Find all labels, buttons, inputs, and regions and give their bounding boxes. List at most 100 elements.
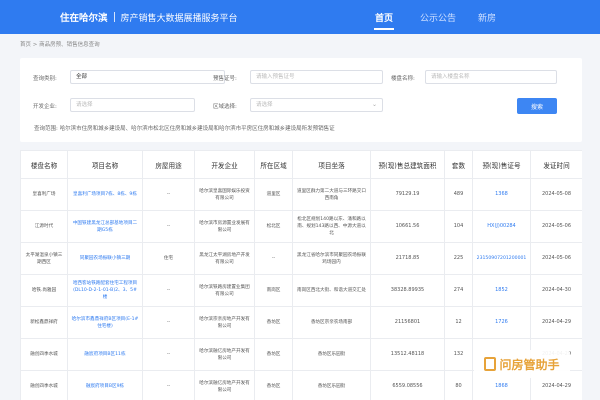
building-input[interactable]: 请输入楼盘名称: [425, 70, 557, 84]
brand-main: 住在哈尔滨: [60, 13, 108, 24]
cell-permit-link[interactable]: HX(J)00284: [472, 210, 531, 243]
cell-district: 香坊区: [254, 370, 293, 400]
cell-building: 融创四季水城: [20, 338, 68, 371]
cell-usage: 住宅: [142, 242, 195, 275]
header-project: 项目名称: [67, 150, 143, 179]
nav-new-homes[interactable]: 新房: [470, 0, 504, 34]
cell-units: 80: [444, 370, 473, 400]
cell-district: 道里区: [254, 178, 293, 211]
site-brand[interactable]: 住在哈尔滨 房产销售大数据展播服务平台: [60, 10, 238, 24]
cell-project-link[interactable]: 同聚园农场振联小镇三期: [67, 242, 143, 275]
nav-home[interactable]: 首页: [362, 0, 406, 34]
cell-project-link[interactable]: 皇喜利广场项目7栋、8栋、9栋: [67, 178, 143, 211]
cell-date: 2024-05-08: [530, 178, 582, 211]
watermark-badge: 问房管助手: [474, 350, 570, 378]
cell-project-link[interactable]: 哈西客站铁路配套住宅工程项目(DL10-D-2-1-01-B)2、3、5#楼: [67, 274, 143, 307]
permit-input[interactable]: 请输入预售证号: [250, 70, 383, 84]
cell-date: 2024-05-06: [530, 210, 582, 243]
cell-area: 6559.08556: [370, 370, 445, 400]
chevron-down-icon: ⌄: [371, 101, 377, 108]
cell-usage: --: [142, 274, 195, 307]
cell-units: 489: [444, 178, 473, 211]
district-label: 区域选择:: [213, 104, 237, 110]
cell-district: 松北区: [254, 210, 293, 243]
cell-area: 79129.19: [370, 178, 445, 211]
cell-building: 新松鑫鼎祥府: [20, 306, 68, 339]
cell-date: 2024-04-29: [530, 306, 582, 339]
cell-units: 132: [444, 338, 473, 371]
category-label: 查询类别:: [33, 76, 57, 82]
cell-units: 225: [444, 242, 473, 275]
developer-label: 开发企业:: [33, 104, 57, 110]
header-date: 发证时间: [530, 150, 582, 179]
cell-developer: 哈尔滨融亿房地产开发有限公司: [194, 338, 255, 371]
building-placeholder: 请输入楼盘名称: [431, 74, 470, 80]
cell-project-link[interactable]: 哈尔滨市鑫鼎祥府B区项目(E-1#住宅楼): [67, 306, 143, 339]
cell-developer: 哈尔滨皇喜国际娱乐投资有限公司: [194, 178, 255, 211]
nav-announcements[interactable]: 公示公告: [414, 0, 462, 34]
header-area: 预(现)售总建筑面积: [370, 150, 445, 179]
brand-divider: [113, 12, 115, 22]
category-select[interactable]: 全部 ⌄: [70, 70, 225, 84]
cell-area: 13512.48118: [370, 338, 445, 371]
table-row: 皇喜利广场 皇喜利广场项目7栋、8栋、9栋 -- 哈尔滨皇喜国际娱乐投资有限公司…: [20, 178, 582, 211]
cell-building: 哈铁.尚雅园: [20, 274, 68, 307]
cell-permit-link[interactable]: 1852: [472, 274, 531, 307]
filter-panel: 查询类别: 全部 ⌄ 预售证号: 请输入预售证号 楼盘名称: 请输入楼盘名称 开…: [20, 58, 582, 142]
cell-units: 12: [444, 306, 473, 339]
cell-area: 38328.89935: [370, 274, 445, 307]
cell-project-link[interactable]: 中国铁建黑龙江总部基地项目二期G5栋: [67, 210, 143, 243]
cell-developer: 哈尔滨市房源置业发展有限公司: [194, 210, 255, 243]
cell-project-link[interactable]: 融宸府项目B区11栋: [67, 338, 143, 371]
cell-district: 香坊区: [254, 306, 293, 339]
cell-project-link[interactable]: 融宸府项目B区9栋: [67, 370, 143, 400]
cell-building: 皇喜利广场: [20, 178, 68, 211]
cell-building: 江源时代: [20, 210, 68, 243]
cell-developer: 哈尔滨宗亲房地产开发有限公司: [194, 306, 255, 339]
table-row: 新松鑫鼎祥府 哈尔滨市鑫鼎祥府B区项目(E-1#住宅楼) -- 哈尔滨宗亲房地产…: [20, 306, 582, 339]
developer-select[interactable]: 请选择: [70, 98, 195, 112]
cell-area: 10661.56: [370, 210, 445, 243]
cell-developer: 黑龙江太平湖房地产开发有限公司: [194, 242, 255, 275]
cell-usage: --: [142, 210, 195, 243]
cell-developer: 哈尔滨铁路房建置业集团有限公司: [194, 274, 255, 307]
watermark-icon: [484, 357, 497, 371]
table-row: 哈铁.尚雅园 哈西客站铁路配套住宅工程项目(DL10-D-2-1-01-B)2、…: [20, 274, 582, 307]
cell-building: 太平湖温泉小镇三期西区: [20, 242, 68, 275]
permit-label: 预售证号:: [213, 76, 237, 82]
cell-usage: --: [142, 370, 195, 400]
cell-district: 南岗区: [254, 274, 293, 307]
district-select[interactable]: 请选择 ⌄: [250, 98, 383, 112]
cell-permit-link[interactable]: 1368: [472, 178, 531, 211]
search-button[interactable]: 搜索: [517, 98, 557, 114]
cell-location: 黑龙江省哈尔滨市同聚园农场振联鸡场园内: [292, 242, 371, 275]
cell-location: 道里区群力第二大道与三环路交口西南角: [292, 178, 371, 211]
cell-usage: --: [142, 338, 195, 371]
cell-permit-link[interactable]: 1726: [472, 306, 531, 339]
cell-developer: 哈尔滨融亿房地产开发有限公司: [194, 370, 255, 400]
top-header: 住在哈尔滨 房产销售大数据展播服务平台 首页 公示公告 新房: [0, 0, 600, 34]
permit-placeholder: 请输入预售证号: [256, 74, 295, 80]
cell-location: 香坊区乐园街: [292, 338, 371, 371]
query-scope-text: 查询范围: 哈尔滨市住房和城乡建设局、哈尔滨市松北区住房和城乡建设局和哈尔滨市平…: [34, 126, 335, 132]
cell-district: 香坊区: [254, 338, 293, 371]
building-label: 楼盘名称:: [391, 76, 415, 82]
cell-units: 104: [444, 210, 473, 243]
brand-sub: 房产销售大数据展播服务平台: [120, 14, 238, 24]
header-permit: 预(现)售证号: [472, 150, 531, 179]
header-developer: 开发企业: [194, 150, 255, 179]
cell-district: --: [254, 242, 293, 275]
cell-usage: --: [142, 178, 195, 211]
table-header-row: 楼盘名称 项目名称 房屋用途 开发企业 所在区域 项目坐落 预(现)售总建筑面积…: [20, 150, 582, 179]
district-placeholder: 请选择: [256, 102, 273, 108]
cell-area: 21156801: [370, 306, 445, 339]
cell-permit-link[interactable]: 23150907201200001: [472, 242, 531, 275]
cell-units: 274: [444, 274, 473, 307]
cell-usage: --: [142, 306, 195, 339]
category-value: 全部: [76, 74, 88, 80]
cell-date: 2024-05-06: [530, 242, 582, 275]
header-units: 套数: [444, 150, 473, 179]
cell-location: 香坊区宗亲农场南部: [292, 306, 371, 339]
header-usage: 房屋用途: [142, 150, 195, 179]
table-row: 江源时代 中国铁建黑龙江总部基地项目二期G5栋 -- 哈尔滨市房源置业发展有限公…: [20, 210, 582, 243]
